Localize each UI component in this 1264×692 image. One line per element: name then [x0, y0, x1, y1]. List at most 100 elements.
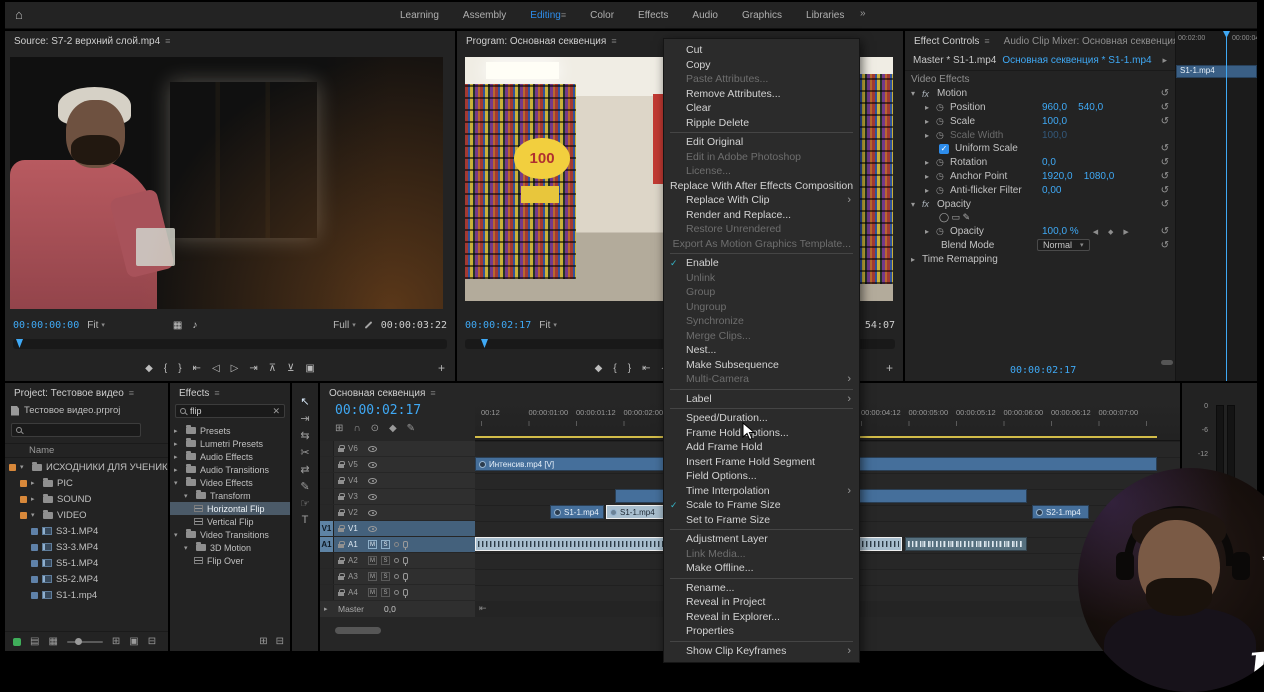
twirl-icon[interactable] [174, 453, 182, 461]
twirl-icon[interactable] [174, 479, 182, 487]
button-editor-add[interactable]: + [886, 361, 893, 375]
workspace-tab[interactable]: Editing≡ [530, 10, 566, 21]
reset-parameter-icon[interactable]: ↺ [1161, 185, 1169, 196]
menu-item[interactable]: Ungroup [664, 300, 859, 315]
checkbox-checked-icon[interactable] [939, 144, 949, 154]
transport-button[interactable]: } [178, 363, 181, 374]
delete-icon[interactable]: ⊟ [148, 636, 156, 647]
twirl-icon[interactable] [184, 492, 192, 500]
keyframe-nav-icons[interactable] [1093, 228, 1133, 236]
ec-playhead[interactable] [1226, 31, 1227, 381]
menu-item[interactable]: Make Offline... [664, 561, 859, 576]
label-color-swatch[interactable] [9, 464, 16, 471]
workspace-menu-icon[interactable]: ≡ [561, 10, 566, 20]
project-name-column-header[interactable]: Name [5, 443, 168, 458]
project-tab[interactable]: Project: Тестовое видео≡ [14, 388, 134, 399]
new-custom-bin-icon[interactable]: ⊞ [259, 636, 267, 647]
effect-row[interactable]: Scale 100,0 ↺ [905, 114, 1175, 128]
reset-parameter-icon[interactable]: ↺ [1161, 226, 1169, 237]
solo-button[interactable]: S [381, 588, 390, 597]
reset-parameter-icon[interactable]: ↺ [1161, 157, 1169, 168]
track-lock-icon[interactable] [334, 557, 348, 564]
parameter-value[interactable]: 100,0 % [1042, 226, 1079, 237]
workspace-tab[interactable]: Learning [400, 10, 439, 21]
parameter-value[interactable]: 100,0 [1042, 130, 1067, 141]
track-lock-icon[interactable] [334, 509, 348, 516]
effect-row[interactable]: Blend Mode Normal ↺ [905, 239, 1175, 253]
menu-item[interactable]: ✓ Enable [664, 256, 859, 271]
effect-row[interactable]: Opacity ↺ [905, 197, 1175, 211]
menu-item[interactable]: Edit in Adobe Photoshop [664, 150, 859, 165]
twirl-icon[interactable] [925, 227, 936, 236]
workspace-tab[interactable]: Audio [692, 10, 718, 21]
track-lock-icon[interactable] [334, 445, 348, 452]
settings-wrench-icon[interactable] [364, 321, 372, 329]
reset-parameter-icon[interactable]: ↺ [1161, 143, 1169, 154]
menu-item[interactable]: ✓ Scale to Frame Size [664, 498, 859, 513]
workspace-tab[interactable]: Libraries [806, 10, 844, 21]
home-icon[interactable]: ⌂ [15, 7, 23, 22]
track-name[interactable]: V1 [348, 524, 366, 533]
menu-item[interactable]: Multi-Camera › [664, 372, 859, 387]
parameter-value[interactable]: 960,0 540,0 [1042, 102, 1103, 113]
menu-item[interactable]: Replace With After Effects Composition [664, 179, 859, 194]
timeline-toolbar-icon[interactable]: ∩ [353, 423, 360, 434]
panel-menu-icon[interactable]: ≡ [214, 388, 219, 398]
menu-item[interactable]: Replace With Clip › [664, 193, 859, 208]
twirl-icon[interactable] [184, 544, 192, 552]
blend-mode-select[interactable]: Normal [1037, 239, 1090, 251]
menu-item[interactable]: License... [664, 164, 859, 179]
project-item-row[interactable]: S1-1.mp4 [5, 587, 168, 603]
menu-item[interactable]: Cut [664, 43, 859, 58]
menu-item[interactable]: Nest... [664, 343, 859, 358]
menu-item[interactable]: Field Options... [664, 469, 859, 484]
effect-row[interactable]: Uniform Scale ↺ [905, 142, 1175, 156]
video-track-header[interactable]: V5 [320, 457, 475, 473]
twirl-icon[interactable] [174, 531, 182, 539]
transport-button[interactable]: ▷ [231, 363, 239, 374]
source-patch[interactable] [320, 585, 334, 600]
sequence-tab[interactable]: Основная секвенция≡ [329, 388, 436, 399]
effect-row[interactable]: Time Remapping [905, 252, 1175, 266]
mic-icon[interactable] [403, 573, 408, 580]
source-resolution-select[interactable]: Full▾ [333, 320, 356, 331]
transport-button[interactable]: ▣ [305, 363, 314, 374]
video-track-header[interactable]: V3 [320, 489, 475, 505]
ec-clip-bar[interactable]: S1-1.mp4 [1176, 65, 1257, 78]
track-output-eye-icon[interactable] [368, 494, 377, 500]
twirl-icon[interactable] [925, 172, 936, 181]
track-lock-icon[interactable] [334, 589, 348, 596]
menu-item[interactable]: Reveal in Project [664, 595, 859, 610]
video-track-header[interactable]: V2 [320, 505, 475, 521]
workspace-tab[interactable]: Graphics [742, 10, 782, 21]
project-item-row[interactable]: S5-2.MP4 [5, 571, 168, 587]
video-track-header[interactable]: V4 [320, 473, 475, 489]
ec-sequence-label[interactable]: Основная секвенция * S1-1.mp4 [1002, 55, 1151, 66]
ec-horizontal-scrollbar[interactable] [1161, 360, 1173, 365]
label-color-swatch[interactable] [31, 560, 38, 567]
stopwatch-icon[interactable] [936, 185, 950, 196]
timeline-toolbar-icon[interactable]: ✎ [407, 423, 415, 434]
timeline-clip[interactable]: S1-1.mp4 [550, 505, 604, 519]
source-scrub-bar[interactable] [13, 339, 447, 349]
effect-row[interactable]: Rotation 0,0 ↺ [905, 156, 1175, 170]
record-arm-icon[interactable] [394, 574, 399, 579]
effect-row[interactable]: Anti-flicker Filter 0,00 ↺ [905, 183, 1175, 197]
tool-button[interactable]: ⇥ [300, 412, 309, 424]
panel-menu-icon[interactable]: ≡ [984, 36, 989, 46]
stopwatch-icon[interactable] [936, 171, 950, 182]
menu-item[interactable]: Ripple Delete [664, 116, 859, 131]
menu-item[interactable]: Export As Motion Graphics Template... [664, 237, 859, 252]
label-color-swatch[interactable] [20, 512, 27, 519]
track-name[interactable]: V5 [348, 460, 366, 469]
reset-parameter-icon[interactable]: ↺ [1161, 88, 1169, 99]
chevron-right-icon[interactable]: ▸ [1162, 55, 1167, 66]
transport-button[interactable]: ⊼ [269, 363, 276, 374]
transport-button[interactable]: ◆ [145, 363, 153, 374]
menu-item[interactable]: Insert Frame Hold Segment [664, 455, 859, 470]
stopwatch-icon[interactable] [936, 130, 950, 141]
project-item-row[interactable]: ИСХОДНИКИ ДЛЯ УЧЕНИК [5, 459, 168, 475]
twirl-icon[interactable] [31, 495, 39, 503]
mute-button[interactable]: M [368, 540, 377, 549]
delete-custom-item-icon[interactable]: ⊟ [276, 636, 284, 647]
